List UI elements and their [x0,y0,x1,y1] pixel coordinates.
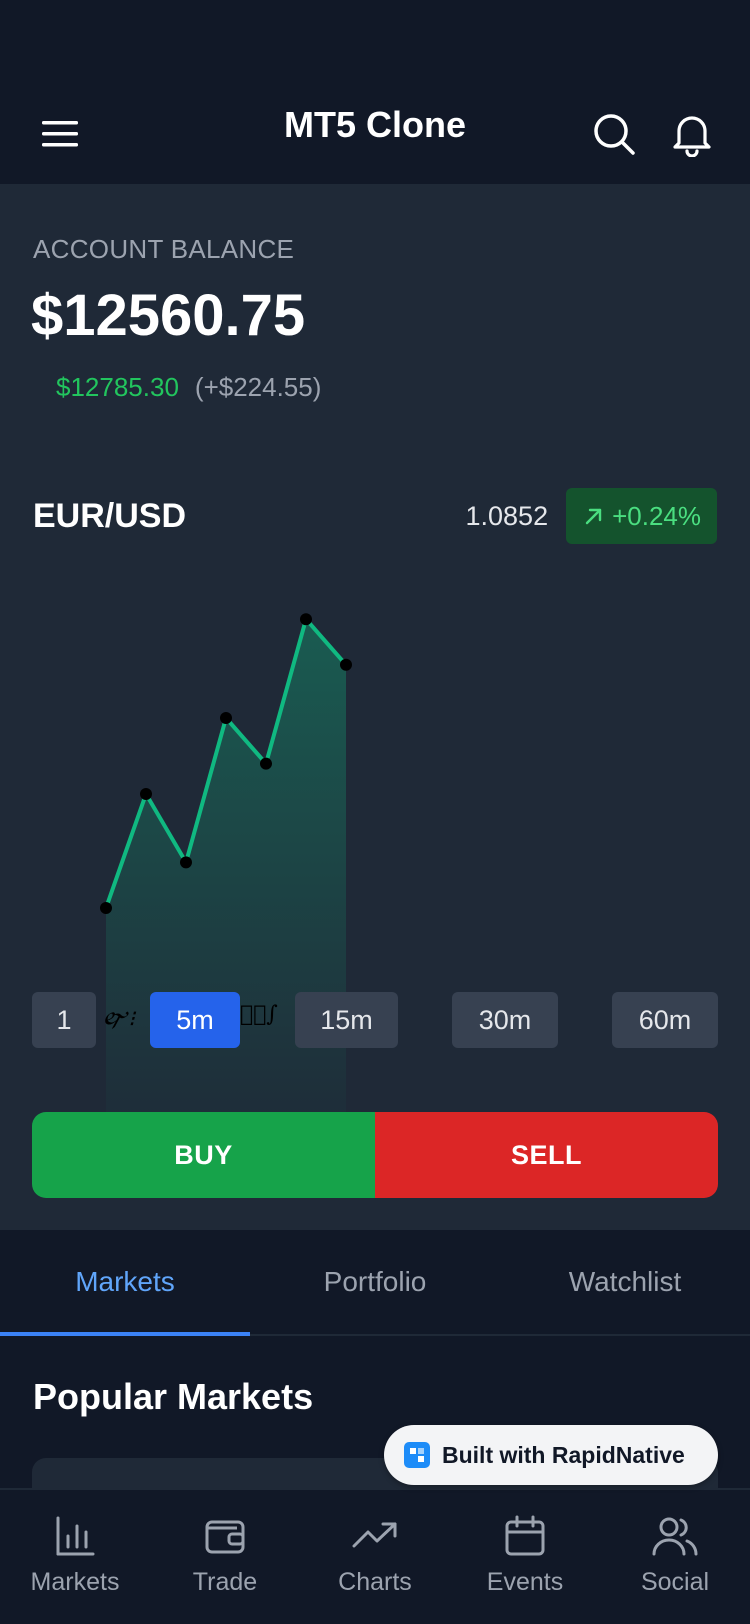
rapidnative-logo-icon [404,1442,430,1468]
pair-change-badge: +0.24% [566,488,717,544]
nav-label: Trade [192,1568,258,1596]
tab-markets[interactable]: Markets [0,1230,250,1336]
tab-watchlist[interactable]: Watchlist [500,1230,750,1334]
sell-button[interactable]: SELL [375,1112,718,1198]
timeframe-60m[interactable]: 60m [612,992,718,1048]
nav-label: Social [640,1568,710,1596]
bottom-navigation: Markets Trade Charts Events Social [0,1488,750,1624]
users-icon [652,1517,698,1556]
nav-trade[interactable]: Trade [150,1490,300,1624]
trending-up-icon [352,1522,397,1548]
badge-label: Built with RapidNative [442,1441,685,1468]
nav-markets[interactable]: Markets [0,1490,150,1624]
wallet-icon [205,1520,245,1554]
pair-change-value: +0.24% [612,500,701,531]
timeframe-15m[interactable]: 15m [295,992,398,1048]
price-chart [100,613,352,1129]
timeframe-selector: 1 🙰⁝ 5m ⁝ﾟ∫ 15m 30m 60m [0,992,750,1048]
status-bar-area [0,0,750,84]
equity-diff: (+$224.55) [194,372,322,402]
nav-events[interactable]: Events [450,1490,600,1624]
nav-label: Markets [30,1568,120,1596]
search-icon [594,114,635,155]
nav-label: Events [486,1568,564,1596]
timeframe-1[interactable]: 1 [32,992,96,1048]
pair-name: EUR/USD [33,496,187,535]
section-tabs: Markets Portfolio Watchlist [0,1230,750,1336]
built-with-badge[interactable]: Built with RapidNative [384,1425,718,1485]
nav-social[interactable]: Social [600,1490,750,1624]
chart-point [180,856,192,869]
chart-label-artifact: 🙰⁝ [100,1007,135,1032]
tab-portfolio[interactable]: Portfolio [250,1230,500,1334]
bar-chart-icon [56,1516,95,1556]
chart-point [100,902,112,914]
menu-icon [42,121,78,147]
buy-button[interactable]: BUY [32,1112,375,1198]
timeframe-5m[interactable]: 5m [150,992,240,1048]
arrow-up-right-icon [585,508,602,525]
search-button[interactable] [590,110,638,158]
equity-value: $12785.30 [56,372,179,402]
pair-price: 1.0852 [465,500,549,531]
chart-point [340,658,352,671]
calendar-icon [505,1515,545,1556]
trade-buttons: BUY SELL [32,1112,718,1198]
chart-point [220,712,232,724]
section-title: Popular Markets [33,1376,314,1417]
chart-point [300,613,312,626]
nav-charts[interactable]: Charts [300,1490,450,1624]
timeframe-30m[interactable]: 30m [452,992,558,1048]
chart-label-artifact: ⁝ﾟ∫ [240,1002,278,1027]
account-panel: ACCOUNT BALANCE $12560.75 $12785.30 (+$2… [0,184,750,1230]
bell-icon [673,116,711,157]
menu-button[interactable] [36,110,84,158]
balance-label: ACCOUNT BALANCE [33,234,295,264]
equity-row: $12785.30 (+$224.55) [56,372,321,403]
chart-area [106,619,346,1129]
pair-header: EUR/USD 1.0852 +0.24% [33,488,717,544]
chart-point [140,788,152,800]
top-app-bar: MT5 Clone [0,84,750,184]
nav-label: Charts [338,1568,412,1596]
chart-point [260,757,272,770]
notifications-button[interactable] [668,110,716,158]
balance-value: $12560.75 [31,283,306,348]
